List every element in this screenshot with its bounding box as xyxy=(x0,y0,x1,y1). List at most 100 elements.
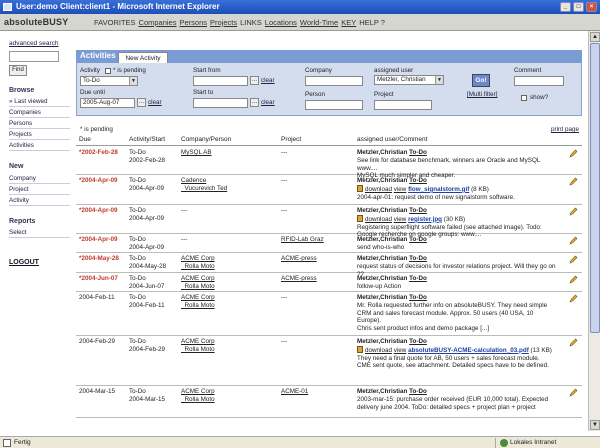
view-link[interactable]: view xyxy=(394,186,407,193)
due-clear-link[interactable]: clear xyxy=(148,99,162,106)
project-link[interactable]: ACME-press xyxy=(281,255,317,262)
sidebar-item-persons[interactable]: Persons xyxy=(9,118,70,129)
start-from-input[interactable] xyxy=(193,76,248,86)
scroll-thumb[interactable] xyxy=(590,43,600,333)
person-link[interactable]: Rolla Moto xyxy=(181,346,214,353)
edit-pencil-icon[interactable] xyxy=(569,338,578,347)
close-button[interactable]: × xyxy=(586,2,597,12)
topnav-world-time[interactable]: World-Time xyxy=(300,18,338,27)
topnav-persons[interactable]: Persons xyxy=(179,18,207,27)
scroll-up-arrow[interactable]: ▲ xyxy=(590,32,600,42)
person-link[interactable]: Rolla Moto xyxy=(181,263,214,270)
person-link[interactable]: Rolla Moto xyxy=(181,283,214,290)
project-link[interactable]: RFID-Lab Graz xyxy=(281,236,324,243)
maximize-button[interactable]: □ xyxy=(573,2,584,12)
attachment-link[interactable]: flow_signalstorm.gif xyxy=(408,186,469,193)
minimize-button[interactable]: _ xyxy=(560,2,571,12)
company-link[interactable]: Cadence xyxy=(181,177,206,184)
company-link[interactable]: ACME Corp xyxy=(181,388,215,395)
project-link[interactable]: ACME-press xyxy=(281,275,317,282)
print-page-link[interactable]: print page xyxy=(551,126,579,133)
start-to-clear-link[interactable]: clear xyxy=(261,99,275,106)
edit-pencil-icon[interactable] xyxy=(569,149,578,158)
activity-type-link[interactable]: To-Do xyxy=(409,255,427,262)
project-cell: ACME-press xyxy=(281,275,355,283)
sidebar-item-companies[interactable]: Companies xyxy=(9,107,70,118)
activity-type-link[interactable]: To-Do xyxy=(409,177,427,184)
topnav-companies[interactable]: Companies xyxy=(139,18,177,27)
vertical-scrollbar[interactable]: ▲ ▼ xyxy=(588,31,600,431)
attachment-link[interactable]: absoluteBUSY-ACME-calculation_03.pdf xyxy=(408,347,529,354)
topnav-key[interactable]: KEY xyxy=(341,18,356,27)
edit-pencil-icon[interactable] xyxy=(569,177,578,186)
show-comment-checkbox[interactable] xyxy=(521,95,527,101)
go-button[interactable]: Go! xyxy=(472,74,490,87)
company-link[interactable]: MySQL AB xyxy=(181,149,212,156)
topnav-locations[interactable]: Locations xyxy=(265,18,297,27)
activity-type-link[interactable]: To-Do xyxy=(409,294,427,301)
header-due[interactable]: Due xyxy=(79,136,91,143)
header-assigned[interactable]: assigned user/Comment xyxy=(357,136,427,143)
download-link[interactable]: download xyxy=(365,186,392,193)
edit-pencil-icon[interactable] xyxy=(569,275,578,284)
project-link[interactable]: ACME-01 xyxy=(281,388,308,395)
start-to-picker-button[interactable]: ... xyxy=(250,98,259,107)
view-link[interactable]: view xyxy=(394,347,407,354)
sidebar-item-new-activity[interactable]: Activity xyxy=(9,195,70,206)
person-link[interactable]: Vucurevich Ted xyxy=(181,185,227,192)
company-link[interactable]: ACME Corp xyxy=(181,255,215,262)
download-link[interactable]: download xyxy=(365,347,392,354)
activity-type-link[interactable]: To-Do xyxy=(409,338,427,345)
sidebar-item-reports-select[interactable]: Select xyxy=(9,227,70,238)
logout-link[interactable]: LOGOUT xyxy=(9,259,39,266)
start-from-clear-link[interactable]: clear xyxy=(261,77,275,84)
company-link[interactable]: ACME Corp xyxy=(181,294,215,301)
company-link[interactable]: ACME Corp xyxy=(181,338,215,345)
assigned-user-select[interactable]: Metzler, Christian ▼ xyxy=(374,75,444,85)
download-link[interactable]: download xyxy=(365,216,392,223)
person-link[interactable]: Rolla Moto xyxy=(181,396,214,403)
company-input[interactable] xyxy=(305,76,363,86)
activity-type-link[interactable]: To-Do xyxy=(409,236,427,243)
activity-type-link[interactable]: To-Do xyxy=(409,149,427,156)
sidebar-item-activities[interactable]: Activities xyxy=(9,140,70,151)
header-activity[interactable]: Activity/Start xyxy=(129,136,165,143)
activity-type-link[interactable]: To-Do xyxy=(409,275,427,282)
company-link[interactable]: ACME Corp xyxy=(181,275,215,282)
new-activity-tab[interactable]: New Activity xyxy=(118,52,168,63)
edit-pencil-icon[interactable] xyxy=(569,236,578,245)
due-until-input[interactable]: 2005-Aug-07 xyxy=(80,98,135,108)
topnav-projects[interactable]: Projects xyxy=(210,18,237,27)
activity-select[interactable]: To-Do ▼ xyxy=(80,76,138,86)
multi-filter-link[interactable]: [Multi filter] xyxy=(467,91,497,98)
find-button[interactable]: Find xyxy=(9,65,27,76)
attachment-link[interactable]: register.jpg xyxy=(408,216,442,223)
header-project[interactable]: Project xyxy=(281,136,301,143)
start-to-input[interactable] xyxy=(193,98,248,108)
edit-pencil-icon[interactable] xyxy=(569,255,578,264)
search-input[interactable] xyxy=(9,51,59,62)
person-link[interactable]: Rolla Moto xyxy=(181,302,214,309)
is-pending-checkbox[interactable] xyxy=(105,68,111,74)
scroll-down-arrow[interactable]: ▼ xyxy=(590,420,600,430)
start-from-picker-button[interactable]: ... xyxy=(250,76,259,85)
activity-type-link[interactable]: To-Do xyxy=(409,388,427,395)
comment-input[interactable] xyxy=(514,76,564,86)
topnav-links[interactable]: LINKS xyxy=(240,18,262,27)
advanced-search-link[interactable]: advanced search xyxy=(9,40,59,47)
project-input[interactable] xyxy=(374,100,432,110)
sidebar-item-last-viewed[interactable]: » Last viewed xyxy=(9,96,70,107)
sidebar-item-projects[interactable]: Projects xyxy=(9,129,70,140)
edit-pencil-icon[interactable] xyxy=(569,294,578,303)
person-input[interactable] xyxy=(305,100,363,110)
header-company[interactable]: Company/Person xyxy=(181,136,231,143)
edit-pencil-icon[interactable] xyxy=(569,388,578,397)
due-date-picker-button[interactable]: ... xyxy=(137,98,146,107)
view-link[interactable]: view xyxy=(394,216,407,223)
edit-pencil-icon[interactable] xyxy=(569,207,578,216)
sidebar-item-new-company[interactable]: Company xyxy=(9,173,70,184)
sidebar-item-new-project[interactable]: Project xyxy=(9,184,70,195)
topnav-help[interactable]: HELP ? xyxy=(359,18,385,27)
activity-type-link[interactable]: To-Do xyxy=(409,207,427,214)
topnav-favorites[interactable]: FAVORITES xyxy=(94,18,136,27)
